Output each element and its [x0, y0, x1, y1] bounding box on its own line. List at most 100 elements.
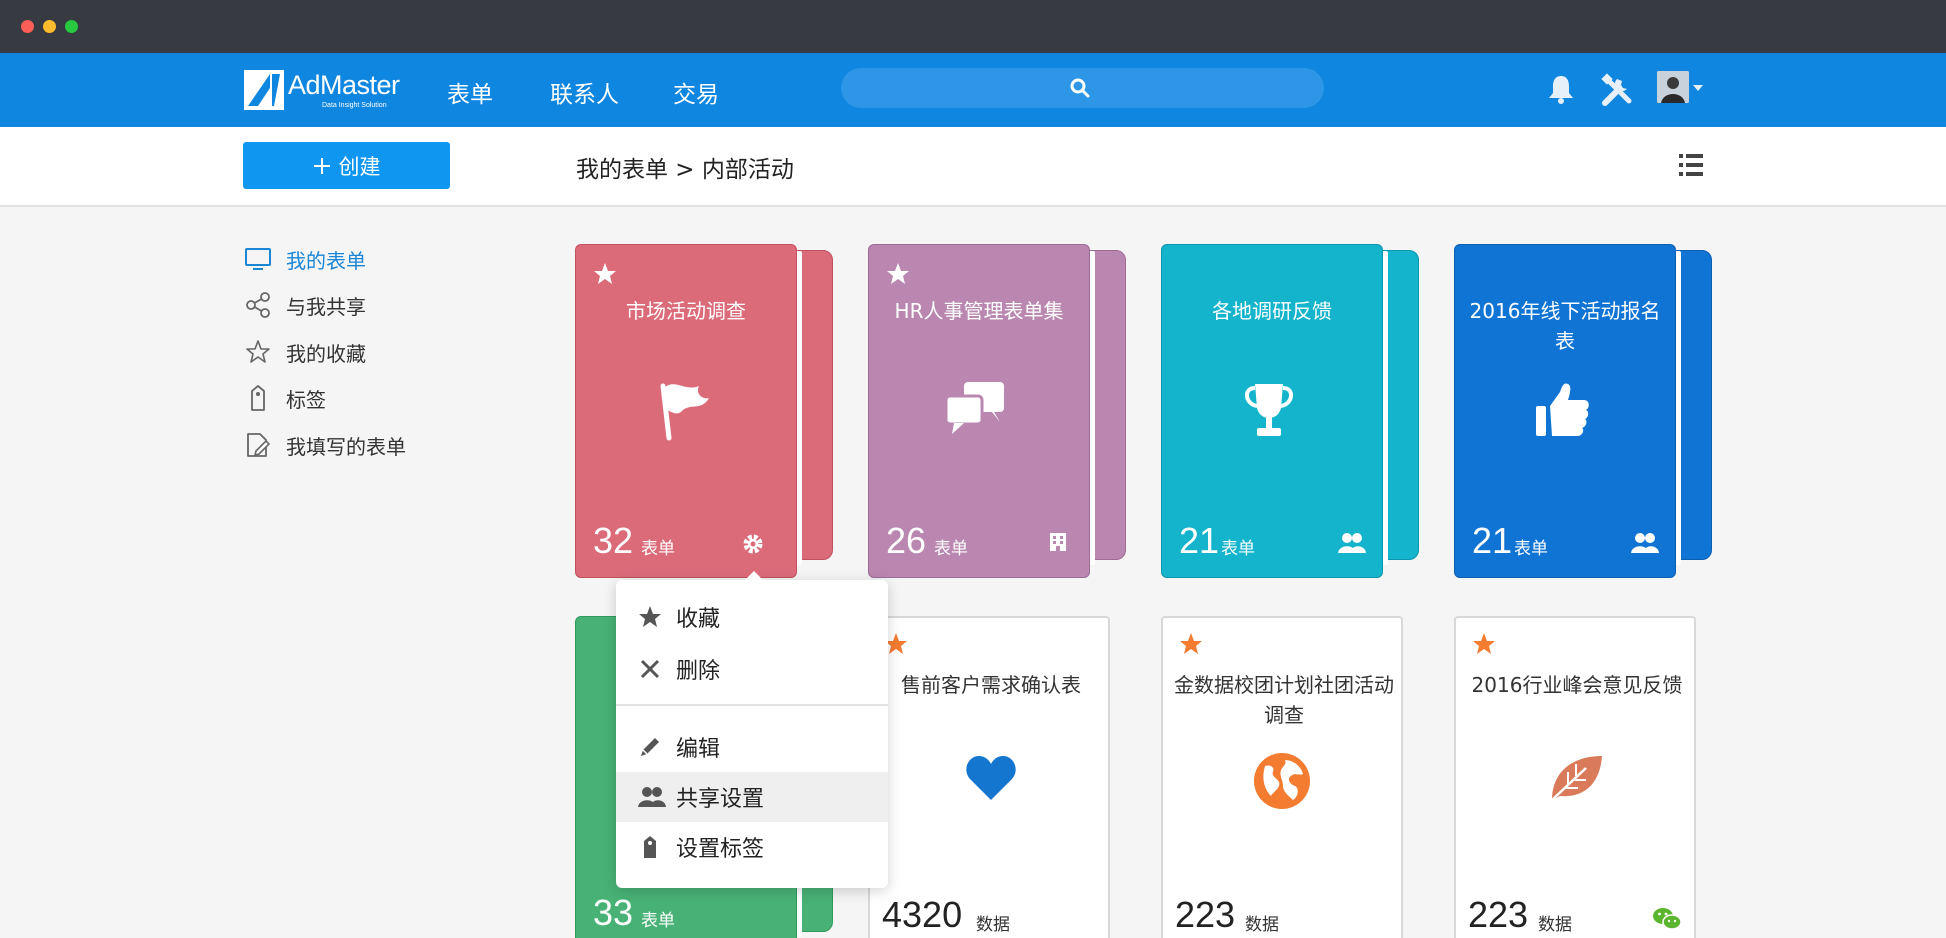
monitor-icon — [245, 248, 271, 270]
folder-count: 32 — [593, 520, 634, 561]
nav-link-contacts[interactable]: 联系人 — [550, 75, 619, 109]
menu-item-label: 共享设置 — [676, 787, 765, 812]
list-view-icon[interactable] — [1679, 153, 1703, 177]
sidebar-item-tags[interactable]: 标签 — [244, 381, 326, 415]
form-card[interactable]: 2016行业峰会意见反馈 223 数据 — [1454, 616, 1696, 938]
nav-link-forms[interactable]: 表单 — [447, 75, 493, 109]
create-button[interactable]: 创建 — [243, 142, 450, 189]
sidebar-item-filled-forms[interactable]: 我填写的表单 — [244, 428, 406, 462]
star-icon[interactable] — [886, 262, 910, 286]
folder-title: 各地调研反馈 — [1212, 299, 1332, 323]
chat-icon — [944, 382, 1004, 434]
folder-tab — [792, 250, 833, 565]
folder-count-unit: 表单 — [641, 911, 675, 931]
bell-icon[interactable] — [1546, 73, 1576, 105]
star-icon[interactable] — [1472, 632, 1496, 656]
sidebar-item-label: 我的收藏 — [286, 341, 366, 366]
gear-icon[interactable] — [741, 532, 765, 556]
tools-icon[interactable] — [1599, 73, 1635, 107]
folder-tab — [1085, 250, 1126, 565]
plus-icon — [313, 157, 330, 174]
flag-icon — [660, 383, 709, 441]
sidebar-item-label: 与我共享 — [286, 294, 366, 319]
sub-header: 创建 我的表单 > 内部活动 — [0, 127, 1946, 207]
pencil-icon — [641, 738, 659, 756]
logo-mark-icon — [244, 70, 284, 110]
heart-icon — [966, 756, 1016, 800]
menu-item-edit[interactable]: 编辑 — [616, 722, 888, 772]
admaster-logo[interactable]: AdMaster Data Insight Solution — [244, 68, 404, 114]
top-navbar: AdMaster Data Insight Solution 表单 联系人 交易 — [0, 53, 1946, 127]
form-count-unit: 数据 — [1538, 915, 1572, 935]
star-icon[interactable] — [1179, 632, 1203, 656]
sidebar-item-favorites[interactable]: 我的收藏 — [244, 335, 366, 369]
folder-count-unit: 表单 — [1221, 539, 1255, 559]
maximize-window-button[interactable] — [65, 20, 78, 33]
sidebar-item-label: 标签 — [286, 387, 326, 412]
logo-tagline: Data Insight Solution — [322, 102, 387, 109]
menu-item-delete[interactable]: 删除 — [616, 644, 888, 694]
leaf-icon — [1551, 756, 1602, 801]
folder-card[interactable]: 各地调研反馈 21 表单 — [1161, 244, 1419, 578]
sidebar-item-my-forms[interactable]: 我的表单 — [244, 242, 366, 276]
sidebar-item-shared-with-me[interactable]: 与我共享 — [244, 288, 366, 322]
sidebar-item-label: 我填写的表单 — [286, 434, 406, 459]
folder-tab — [1671, 250, 1712, 565]
menu-item-set-tag[interactable]: 设置标签 — [616, 822, 888, 872]
folder-count: 26 — [886, 520, 927, 561]
search-input[interactable] — [841, 68, 1324, 108]
menu-item-label: 收藏 — [676, 607, 721, 632]
folder-tab — [1378, 250, 1419, 565]
create-button-label: 创建 — [338, 154, 381, 179]
wechat-icon — [1653, 908, 1682, 930]
folder-context-menu: 收藏 删除 编辑 共享设置 设置标签 — [616, 571, 888, 888]
menu-item-share-settings[interactable]: 共享设置 — [616, 772, 888, 822]
tag-icon — [644, 836, 656, 858]
minimize-window-button[interactable] — [43, 20, 56, 33]
folder-count-unit: 表单 — [641, 539, 675, 559]
users-icon — [638, 787, 666, 807]
close-icon — [640, 659, 660, 679]
users-icon — [1631, 533, 1659, 553]
form-card[interactable]: 售前客户需求确认表 4320 数据 — [868, 616, 1110, 938]
form-title: 金数据校团计划社团活动调查 — [1174, 673, 1394, 727]
form-count: 223 — [1175, 894, 1236, 935]
avatar-image — [1657, 71, 1689, 103]
close-window-button[interactable] — [21, 20, 34, 33]
form-count: 223 — [1468, 894, 1529, 935]
folder-count: 33 — [593, 892, 634, 933]
menu-divider — [616, 704, 888, 706]
folder-count-unit: 表单 — [934, 539, 968, 559]
form-count-unit: 数据 — [976, 915, 1010, 935]
folder-count-unit: 表单 — [1514, 539, 1548, 559]
window-titlebar — [0, 0, 1946, 53]
folder-card[interactable]: 2016年线下活动报名表 21 表单 — [1454, 244, 1712, 578]
logo-text: AdMaster — [288, 70, 400, 100]
form-title: 2016行业峰会意见反馈 — [1471, 673, 1683, 697]
star-icon — [639, 606, 661, 627]
share-icon — [246, 292, 270, 318]
folder-title: 市场活动调查 — [626, 299, 746, 323]
menu-item-favorite[interactable]: 收藏 — [616, 592, 888, 642]
thumbs-up-icon — [1536, 383, 1589, 436]
folder-title: HR人事管理表单集 — [894, 299, 1064, 323]
star-outline-icon — [246, 340, 270, 363]
menu-item-label: 删除 — [676, 659, 721, 684]
menu-item-label: 编辑 — [676, 737, 721, 762]
search-icon — [1070, 78, 1090, 98]
edit-doc-icon — [247, 433, 271, 457]
tag-icon — [251, 385, 265, 411]
users-icon — [1338, 533, 1366, 553]
folder-card[interactable]: 市场活动调查 32 表单 — [575, 244, 833, 578]
folder-count: 21 — [1179, 520, 1220, 561]
star-icon[interactable] — [593, 262, 617, 286]
sidebar-item-label: 我的表单 — [286, 248, 366, 273]
form-title: 售前客户需求确认表 — [901, 673, 1081, 697]
form-count: 4320 — [882, 894, 963, 935]
user-menu-caret-icon[interactable] — [1693, 85, 1703, 91]
user-avatar[interactable] — [1657, 71, 1689, 103]
breadcrumb: 我的表单 > 内部活动 — [576, 157, 794, 183]
folder-card[interactable]: HR人事管理表单集 26 表单 — [868, 244, 1126, 578]
nav-link-deals[interactable]: 交易 — [673, 75, 719, 109]
form-card[interactable]: 金数据校团计划社团活动调查 223 数据 — [1161, 616, 1403, 938]
